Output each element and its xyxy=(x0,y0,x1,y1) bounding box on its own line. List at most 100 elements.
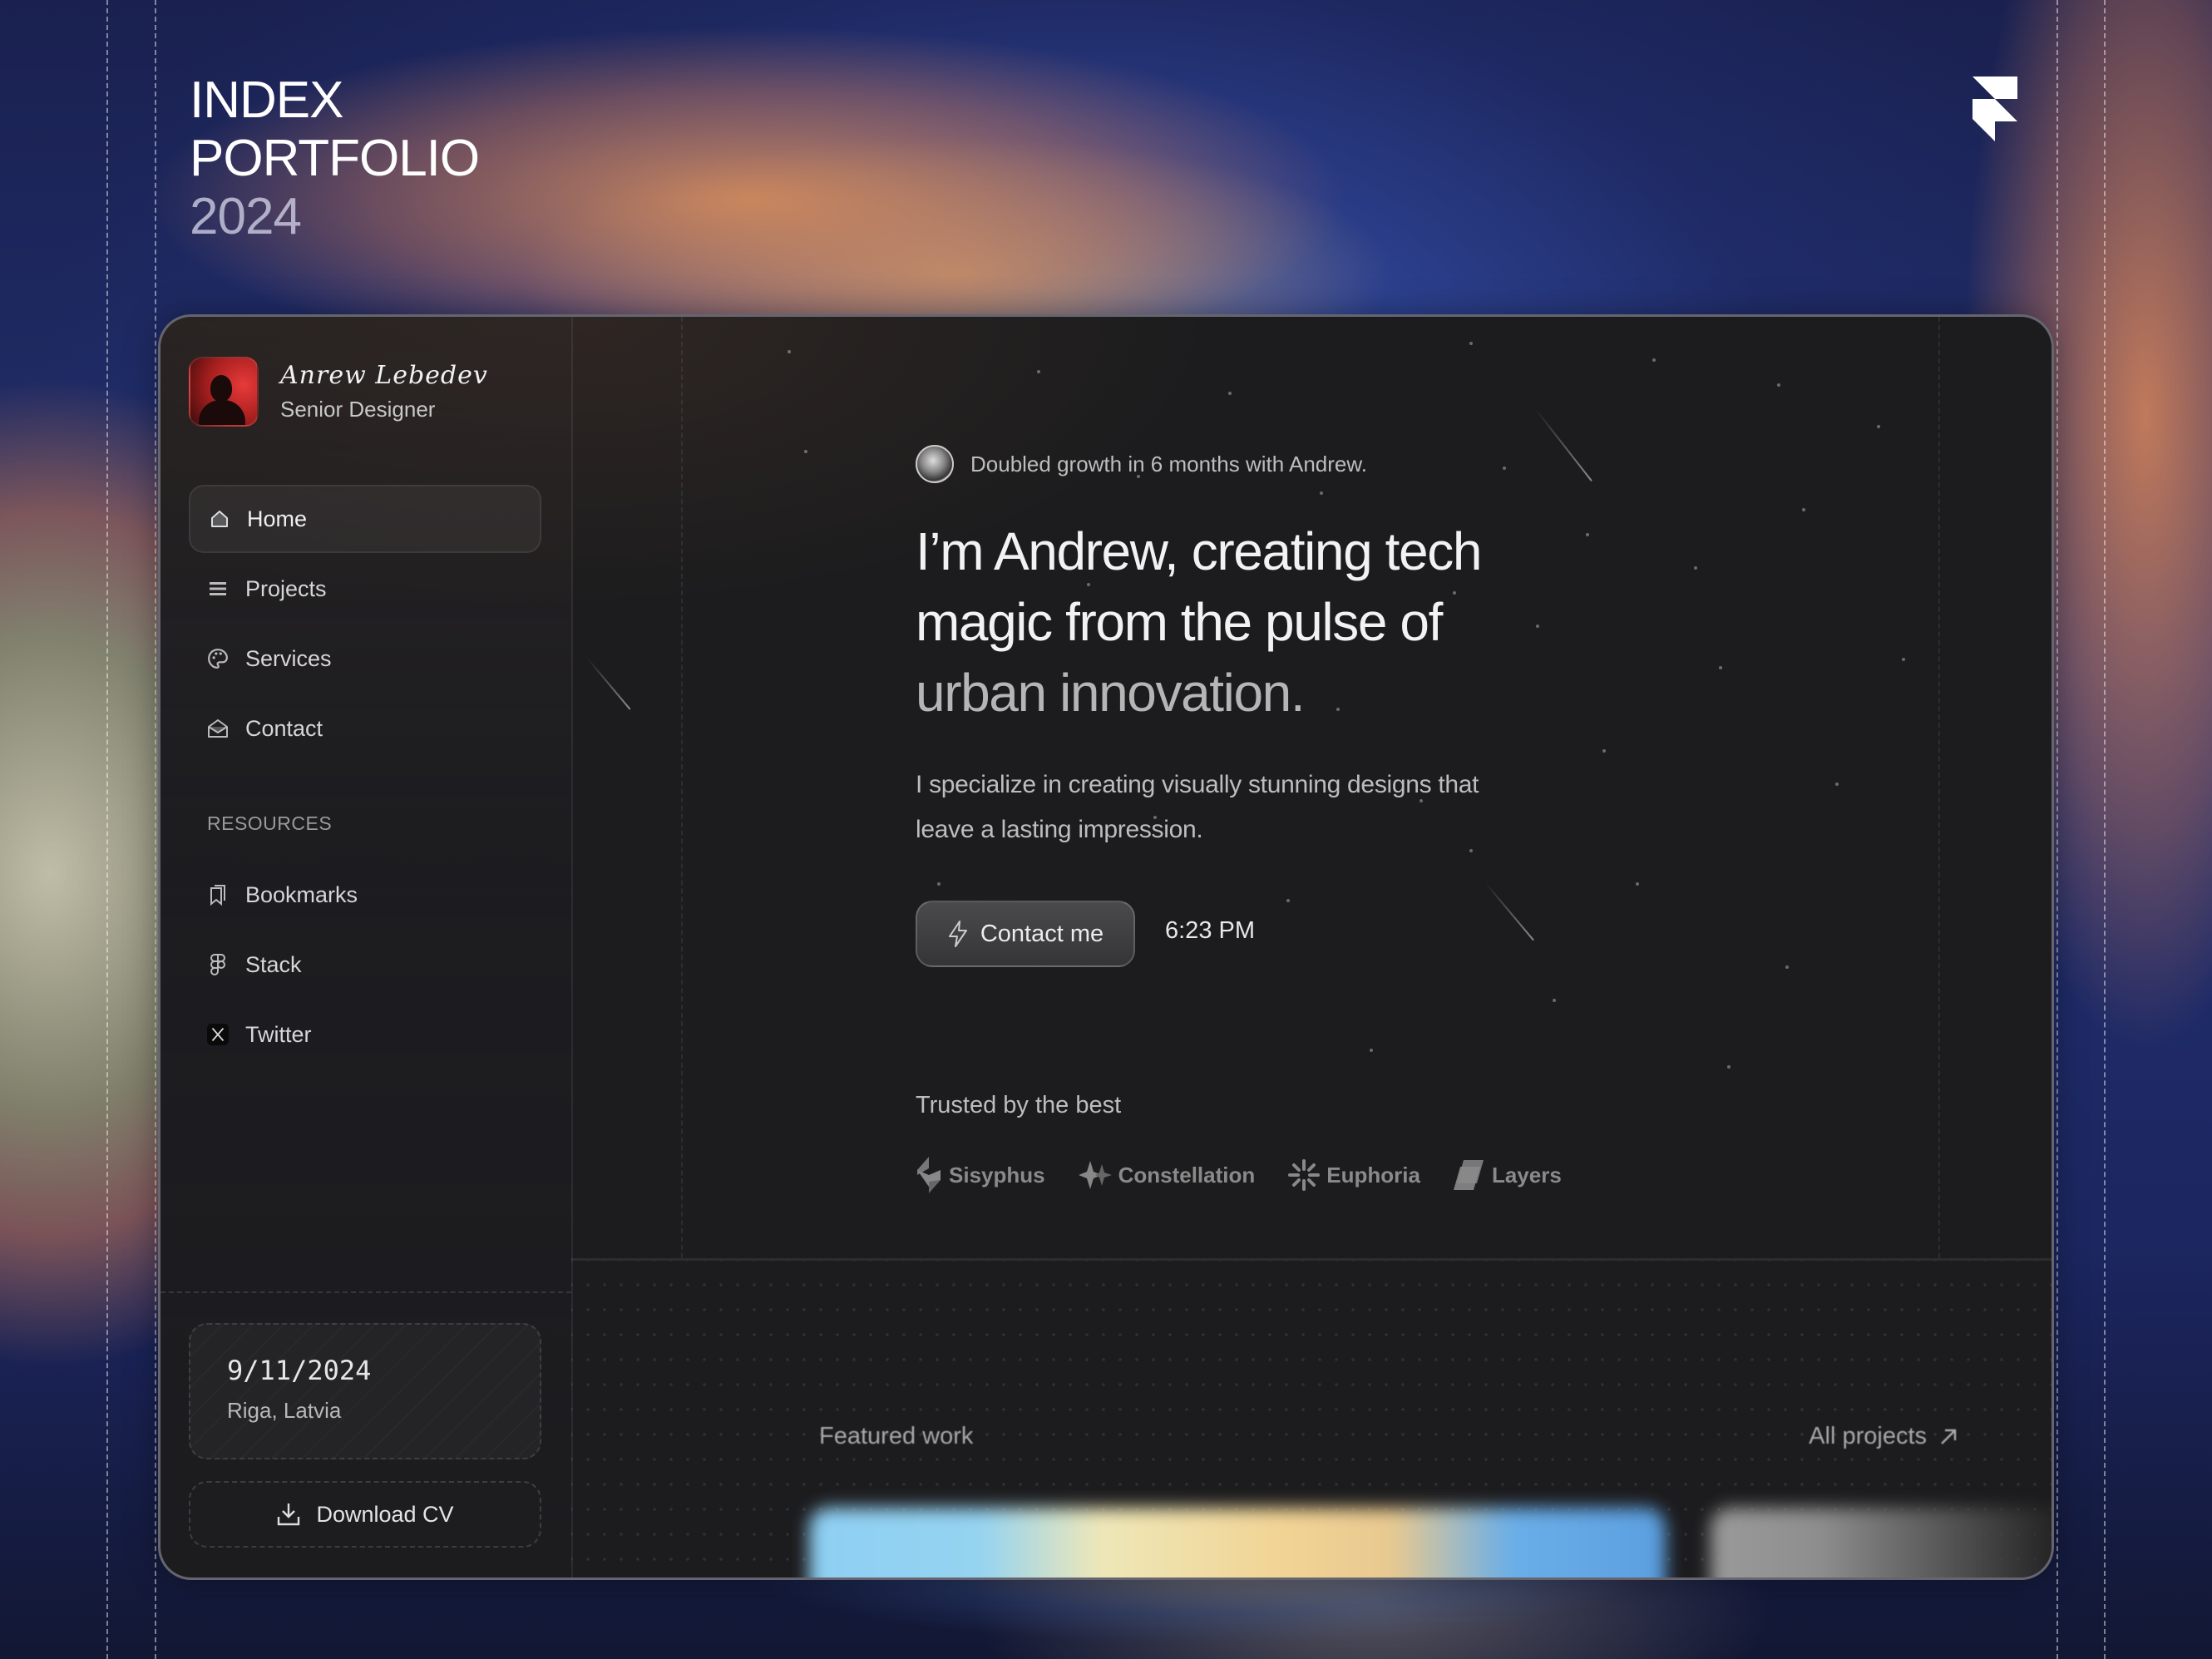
mail-open-icon xyxy=(207,718,229,739)
sidebar-item-services[interactable]: Services xyxy=(189,625,541,693)
star xyxy=(1785,965,1789,969)
trusted-heading: Trusted by the best xyxy=(916,1092,1122,1118)
contact-me-button[interactable]: Contact me xyxy=(916,901,1135,967)
star xyxy=(1877,425,1880,428)
client-logos: Sisyphus Constellation Euphoria Layers xyxy=(916,1157,1595,1193)
sidebar-item-bookmarks[interactable]: Bookmarks xyxy=(189,861,541,929)
location: Riga, Latvia xyxy=(227,1398,342,1423)
bookmarks-icon xyxy=(207,884,229,906)
headline-line-1: I’m Andrew, creating tech xyxy=(916,521,1482,581)
client-logo-sisyphus: Sisyphus xyxy=(916,1157,1045,1193)
star xyxy=(1902,658,1905,661)
star xyxy=(1652,358,1656,362)
star xyxy=(1469,342,1473,345)
date-location-card: 9/11/2024 Riga, Latvia xyxy=(189,1323,541,1459)
star xyxy=(1370,1049,1373,1052)
sidebar-item-label: Bookmarks xyxy=(245,881,358,907)
star xyxy=(1503,467,1506,470)
euphoria-logo-icon xyxy=(1288,1159,1321,1191)
star xyxy=(1602,749,1606,753)
guide-line xyxy=(1938,317,1940,1258)
guide-line xyxy=(681,317,683,1258)
client-avatar xyxy=(916,445,954,483)
client-logo-constellation: Constellation xyxy=(1078,1161,1255,1189)
guide-line xyxy=(106,0,108,1659)
star xyxy=(1719,666,1722,669)
figma-icon xyxy=(207,954,229,975)
sidebar-item-label: Services xyxy=(245,645,332,671)
star xyxy=(1727,1065,1731,1069)
resources-heading: RESOURCES xyxy=(207,812,333,834)
constellation-logo-icon xyxy=(1078,1161,1112,1189)
avatar xyxy=(189,357,259,427)
contact-me-label: Contact me xyxy=(980,920,1104,947)
sidebar-item-contact[interactable]: Contact xyxy=(189,694,541,763)
sidebar-item-label: Twitter xyxy=(245,1021,312,1047)
sidebar-item-label: Projects xyxy=(245,575,327,601)
star xyxy=(1286,899,1290,902)
project-thumbnail[interactable] xyxy=(809,1508,1666,1578)
portfolio-title: INDEX PORTFOLIO 2024 xyxy=(190,72,480,246)
shooting-star xyxy=(1484,882,1534,941)
profile-name: Anrew Lebedev xyxy=(280,361,488,390)
home-icon xyxy=(209,508,230,530)
client-logo-euphoria: Euphoria xyxy=(1288,1159,1420,1191)
star xyxy=(804,450,807,453)
star xyxy=(937,882,941,886)
sisyphus-logo-icon xyxy=(916,1157,942,1193)
star xyxy=(1228,392,1232,395)
star xyxy=(788,350,791,353)
sidebar-item-twitter[interactable]: Twitter xyxy=(189,1000,541,1069)
star xyxy=(1694,566,1697,570)
guide-line xyxy=(2104,0,2106,1659)
headline-line-3: urban innovation. xyxy=(916,663,1306,723)
shooting-star xyxy=(586,658,631,710)
sidebar-item-label: Contact xyxy=(245,715,323,741)
profile: Anrew Lebedev Senior Designer xyxy=(189,357,488,427)
download-cv-button[interactable]: Download CV xyxy=(189,1481,541,1548)
guide-line xyxy=(2056,0,2058,1659)
download-cv-label: Download CV xyxy=(316,1501,454,1527)
featured-work-heading: Featured work xyxy=(819,1423,974,1449)
download-icon xyxy=(276,1502,301,1527)
star xyxy=(1037,370,1040,373)
title-line-1: INDEX xyxy=(190,72,343,129)
sidebar-item-projects[interactable]: Projects xyxy=(189,555,541,623)
lightning-icon xyxy=(947,920,969,948)
resources-nav: Bookmarks Stack Twitter xyxy=(189,861,541,1070)
testimonial-badge: Doubled growth in 6 months with Andrew. xyxy=(916,445,1367,483)
main-nav: Home Projects Services Contact xyxy=(189,485,541,764)
local-time: 6:23 PM xyxy=(1165,917,1255,944)
headline-line-2: magic from the pulse of xyxy=(916,592,1443,652)
framer-logo-icon[interactable] xyxy=(1973,77,2017,141)
title-year: 2024 xyxy=(190,188,302,245)
star xyxy=(1636,882,1639,886)
testimonial-text: Doubled growth in 6 months with Andrew. xyxy=(970,451,1367,476)
client-logo-layers: Layers xyxy=(1453,1158,1562,1192)
hero-headline: I’m Andrew, creating tech magic from the… xyxy=(916,516,1664,728)
sidebar-item-home[interactable]: Home xyxy=(189,485,541,553)
layers-logo-icon xyxy=(1453,1158,1485,1192)
portfolio-window: Anrew Lebedev Senior Designer Home Proje… xyxy=(158,314,2054,1580)
sidebar: Anrew Lebedev Senior Designer Home Proje… xyxy=(160,317,573,1578)
all-projects-link[interactable]: All projects xyxy=(1809,1423,1958,1450)
shooting-star xyxy=(1534,408,1592,481)
sidebar-item-label: Home xyxy=(247,506,308,531)
profile-role: Senior Designer xyxy=(280,397,436,422)
project-thumbnail[interactable] xyxy=(1711,1508,2052,1578)
sidebar-item-label: Stack xyxy=(245,951,302,977)
arrow-up-right-icon xyxy=(1938,1427,1958,1447)
list-icon xyxy=(207,578,229,600)
current-date: 9/11/2024 xyxy=(227,1355,372,1386)
main-content: Doubled growth in 6 months with Andrew. … xyxy=(571,317,2052,1578)
sidebar-item-stack[interactable]: Stack xyxy=(189,931,541,999)
palette-icon xyxy=(207,648,229,669)
star xyxy=(1777,383,1780,387)
star xyxy=(1802,508,1805,511)
star xyxy=(1553,999,1556,1002)
title-line-2: PORTFOLIO xyxy=(190,130,480,187)
star xyxy=(1835,783,1839,786)
x-icon xyxy=(207,1024,229,1045)
sidebar-divider xyxy=(160,1291,571,1293)
star xyxy=(1320,491,1323,495)
